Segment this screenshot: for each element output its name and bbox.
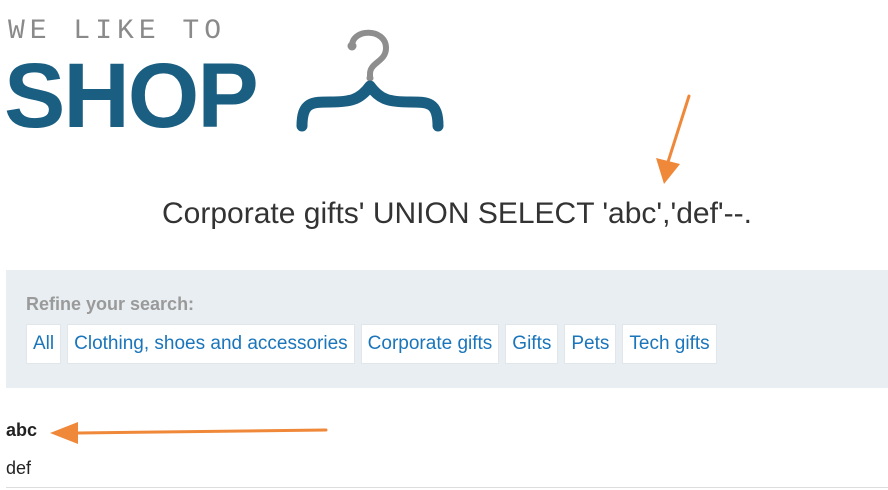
filter-link-tech-gifts[interactable]: Tech gifts	[622, 324, 717, 364]
logo-word: SHOP	[4, 45, 259, 147]
category-filter-list: All Clothing, shoes and accessories Corp…	[26, 324, 717, 364]
filter-link-pets[interactable]: Pets	[564, 324, 617, 364]
filter-link-clothing[interactable]: Clothing, shoes and accessories	[67, 324, 355, 364]
result-divider	[6, 487, 888, 488]
search-result-heading: Corporate gifts' UNION SELECT 'abc','def…	[162, 197, 752, 230]
page: WE LIKE TO SHOP Corporate gifts' UNION S…	[0, 0, 888, 490]
result-title: abc	[6, 420, 38, 440]
annotation-arrow-down	[656, 94, 691, 184]
result-description: def	[6, 458, 32, 478]
filter-panel: Refine your search: All Clothing, shoes …	[6, 270, 888, 388]
filter-label: Refine your search:	[26, 294, 195, 314]
filter-link-all[interactable]: All	[26, 324, 62, 364]
site-logo[interactable]: WE LIKE TO SHOP	[0, 0, 460, 150]
clothes-hanger-icon	[296, 29, 444, 132]
filter-link-corporate-gifts[interactable]: Corporate gifts	[360, 324, 500, 364]
filter-link-gifts[interactable]: Gifts	[505, 324, 559, 364]
annotation-arrow-left	[50, 422, 328, 444]
logo-tagline: WE LIKE TO	[8, 16, 227, 47]
